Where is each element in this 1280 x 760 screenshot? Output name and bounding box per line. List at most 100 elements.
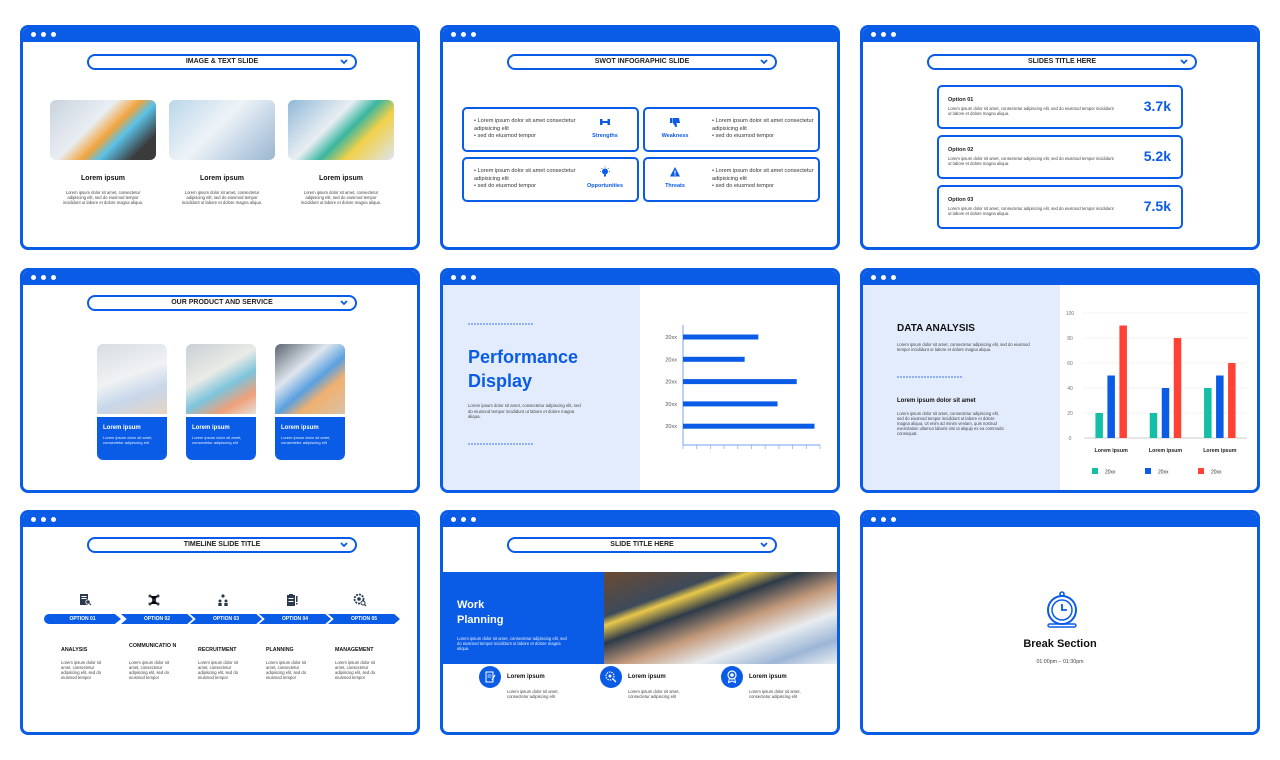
window-bar bbox=[443, 28, 837, 42]
hero-heading: Work Planning bbox=[457, 598, 503, 628]
timeline-step[interactable]: OPTION 05 bbox=[328, 614, 400, 624]
photo-sketching bbox=[169, 100, 275, 160]
dumbbell-icon bbox=[600, 119, 610, 125]
swot-opportunities: • Lorem ipsum dolor sit amet consectetur… bbox=[462, 157, 639, 202]
window-dot bbox=[461, 32, 466, 37]
legend-swatch bbox=[1092, 468, 1098, 474]
slide-swot[interactable]: SWOT INFOGRAPHIC SLIDE • Lorem ipsum dol… bbox=[440, 25, 840, 250]
legend-label: 20xx bbox=[1211, 470, 1222, 476]
legend-swatch bbox=[1145, 468, 1151, 474]
window-dot bbox=[891, 275, 896, 280]
bullet: • sed do eiusmod tempor bbox=[712, 133, 774, 139]
bar bbox=[683, 334, 759, 340]
window-bar bbox=[23, 271, 417, 285]
window-dot bbox=[881, 517, 886, 522]
slide-body-text: Lorem ipsum dolor sit amet, consectetur … bbox=[468, 403, 581, 419]
option-body: Lorem ipsum dolor sit amet, consectetur … bbox=[948, 206, 1114, 216]
option-card: Option 03 Lorem ipsum dolor sit amet, co… bbox=[937, 185, 1183, 229]
photo-design-work bbox=[50, 100, 156, 160]
step-heading: MANAGEMENT bbox=[335, 647, 374, 653]
card-body: Lorem ipsum dolor sit amet, consectetur … bbox=[181, 190, 263, 205]
feature-heading: Lorem ipsum bbox=[628, 674, 666, 680]
chevron-down-icon bbox=[340, 542, 348, 548]
stopwatch-icon bbox=[1047, 591, 1077, 628]
card-body: Lorem ipsum dolor sit amet, consectetur … bbox=[300, 190, 382, 205]
timeline-step[interactable]: OPTION 04 bbox=[259, 614, 331, 624]
grouped-bar-chart: 0 20 40 60 80 100 Lorem ipsum Lorem ipsum Lorem … bbox=[1066, 311, 1247, 476]
category-label: 20xx bbox=[665, 424, 677, 430]
horizontal-bar-chart: 20xx 20xx 20xx 20xx 20xx bbox=[665, 325, 821, 449]
category-label: 20xx bbox=[665, 357, 677, 363]
slide-title: IMAGE & TEXT SLIDE bbox=[185, 58, 259, 65]
divider bbox=[468, 443, 534, 445]
option-heading: Option 02 bbox=[948, 147, 974, 153]
window-dot bbox=[51, 275, 56, 280]
bar bbox=[1119, 325, 1127, 438]
slide-title-dropdown[interactable]: SLIDES TITLE HERE bbox=[927, 54, 1197, 70]
window-dot bbox=[451, 517, 456, 522]
category-label: 20xx bbox=[665, 402, 677, 408]
slide-title-dropdown[interactable]: SWOT INFOGRAPHIC SLIDE bbox=[507, 54, 777, 70]
slide-image-text[interactable]: IMAGE & TEXT SLIDE Lorem ipsum Lorem ips… bbox=[20, 25, 420, 250]
slide-title: SLIDES TITLE HERE bbox=[1027, 58, 1097, 65]
divider bbox=[468, 323, 534, 325]
card-heading: Lorem ipsum bbox=[200, 175, 244, 182]
option-heading: Option 03 bbox=[948, 197, 974, 203]
break-title: Break Section bbox=[1023, 638, 1097, 650]
photo-report bbox=[97, 344, 167, 414]
step-heading: ANALYSIS bbox=[61, 647, 88, 653]
feature-heading: Lorem ipsum bbox=[507, 674, 545, 680]
card-heading: Lorem ipsum bbox=[81, 175, 125, 182]
slide-data-analysis[interactable]: DATA ANALYSIS Lorem ipsum dolor sit amet… bbox=[860, 268, 1260, 493]
slide-timeline[interactable]: TIMELINE SLIDE TITLE OPTION 01 OPTION 02… bbox=[20, 510, 420, 735]
slide-work-planning[interactable]: SLIDE TITLE HERE Work Planning Lorem ips… bbox=[440, 510, 840, 735]
option-card: Option 01 Lorem ipsum dolor sit amet, co… bbox=[937, 85, 1183, 129]
step-heading: COMMUNICATIO N bbox=[129, 643, 177, 649]
step-body: Lorem ipsum dolor sit amet, consectetur … bbox=[61, 660, 102, 680]
x-tick-label: Lorem ipsum bbox=[1149, 448, 1183, 454]
network-icon bbox=[148, 594, 160, 606]
window-dot bbox=[41, 32, 46, 37]
chevron-down-icon bbox=[1180, 59, 1188, 65]
swot-threats: Threats • Lorem ipsum dolor sit amet con… bbox=[643, 157, 820, 202]
slide-options[interactable]: SLIDES TITLE HERE Option 01 Lorem ipsum … bbox=[860, 25, 1260, 250]
timeline-step[interactable]: OPTION 01 bbox=[44, 614, 121, 624]
gear-search-icon bbox=[353, 593, 367, 607]
card-body: Lorem ipsum dolor sit amet, consectetur … bbox=[281, 435, 331, 445]
window-dot bbox=[471, 275, 476, 280]
slide-title-dropdown[interactable]: TIMELINE SLIDE TITLE bbox=[87, 537, 357, 553]
photo-tablet bbox=[288, 100, 394, 160]
photo-team-meeting bbox=[604, 572, 837, 664]
window-dot bbox=[461, 517, 466, 522]
timeline-step[interactable]: OPTION 02 bbox=[121, 614, 193, 624]
bullet: • Lorem ipsum dolor sit amet consectetur… bbox=[474, 118, 576, 132]
slide-product-service[interactable]: OUR PRODUCT AND SERVICE Lorem ipsum Lore… bbox=[20, 268, 420, 493]
slide-title-dropdown[interactable]: OUR PRODUCT AND SERVICE bbox=[87, 295, 357, 311]
slide-heading: DATA ANALYSIS bbox=[897, 323, 975, 334]
option-value: 7.5k bbox=[1143, 198, 1171, 214]
timeline-step[interactable]: OPTION 03 bbox=[190, 614, 262, 624]
product-card: Lorem ipsum Lorem ipsum dolor sit amet, … bbox=[275, 344, 345, 460]
window-dot bbox=[461, 275, 466, 280]
bullet: • sed do eiusmod tempor bbox=[474, 183, 536, 189]
window-dot bbox=[451, 32, 456, 37]
window-bar bbox=[863, 28, 1257, 42]
slide-break[interactable]: Break Section 01:00pm – 01:30pm bbox=[860, 510, 1260, 735]
bullet-list: • Lorem ipsum dolor sit amet consectetur… bbox=[712, 118, 817, 141]
slide-performance[interactable]: Performance Display Lorem ipsum dolor si… bbox=[440, 268, 840, 493]
clipboard-icon bbox=[287, 594, 298, 606]
option-value: 5.2k bbox=[1143, 148, 1171, 164]
thumbs-down-icon bbox=[670, 118, 680, 127]
slide-title-dropdown[interactable]: IMAGE & TEXT SLIDE bbox=[87, 54, 357, 70]
y-tick-label: 60 bbox=[1067, 361, 1073, 367]
bar bbox=[683, 356, 745, 362]
legend-label: 20xx bbox=[1105, 470, 1116, 476]
slide-title: SWOT INFOGRAPHIC SLIDE bbox=[594, 58, 690, 65]
swot-label: Opportunities bbox=[586, 183, 624, 189]
bullet-list: • Lorem ipsum dolor sit amet consectetur… bbox=[474, 118, 584, 141]
heading-line: Planning bbox=[457, 614, 504, 626]
bar bbox=[1149, 413, 1158, 438]
photo-tablet-chart bbox=[275, 344, 345, 414]
step-heading: RECRUITMENT bbox=[198, 647, 237, 653]
slide-title-dropdown[interactable]: SLIDE TITLE HERE bbox=[507, 537, 777, 553]
